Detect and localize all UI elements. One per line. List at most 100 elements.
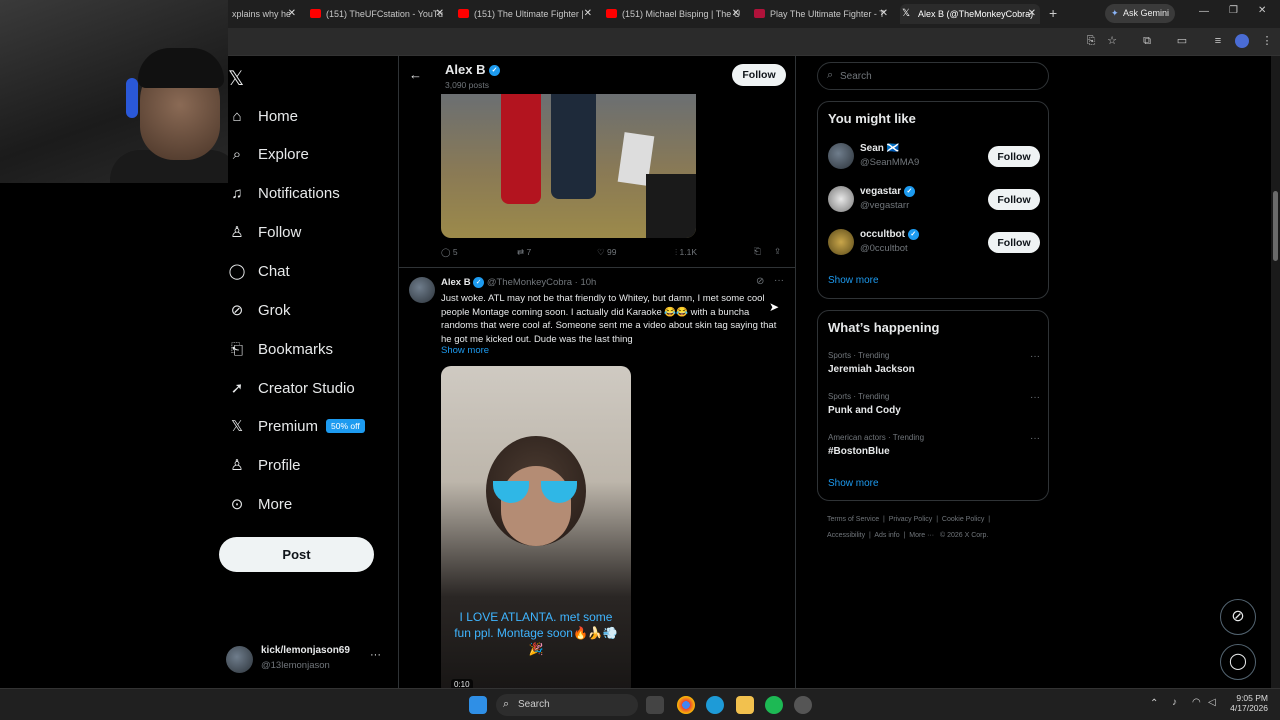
trend-item[interactable]: Sports · Trending Jeremiah Jackson ···	[828, 351, 1040, 383]
back-arrow-icon[interactable]: ←	[409, 67, 422, 82]
more-icon[interactable]: ···	[1030, 351, 1040, 362]
file-explorer-icon[interactable]	[736, 696, 754, 714]
suggestion-item[interactable]: occultbot ✓ @0ccultbot Follow	[828, 229, 1040, 259]
sidebar-item-bookmarks[interactable]: ⎗ Bookmarks	[228, 334, 333, 364]
close-window-icon[interactable]: ✕	[1258, 5, 1266, 16]
follow-button[interactable]: Follow	[988, 232, 1040, 253]
search-input[interactable]: ⌕ Search	[817, 62, 1049, 90]
footer-link[interactable]: Accessibility	[827, 532, 865, 539]
sidebar-item-more[interactable]: ⊙ More	[228, 489, 292, 519]
new-tab-button[interactable]: +	[1049, 5, 1057, 21]
more-icon[interactable]: ···	[774, 275, 784, 286]
browser-tab-active[interactable]: 𝕏 Alex B (@TheMonkeyCobra) ✕	[900, 4, 1040, 24]
show-more-link[interactable]: Show more	[828, 478, 879, 489]
sidebar-item-notifications[interactable]: ♫ Notifications	[228, 178, 339, 208]
suggestion-item[interactable]: Sean 🏴󠁧󠁢󠁳󠁣󠁴󠁿 @SeanMMA9 Follow	[828, 143, 1040, 173]
show-more-link[interactable]: Show more	[441, 345, 489, 356]
ask-gemini-button[interactable]: ✦ Ask Gemini	[1105, 4, 1175, 23]
close-icon[interactable]: ✕	[584, 4, 592, 24]
more-icon[interactable]: ···	[1030, 433, 1040, 444]
media-icon[interactable]: ≡	[1211, 34, 1225, 48]
trend-topic: Punk and Cody	[828, 405, 901, 416]
taskbar-search[interactable]: ⌕ Search	[496, 694, 638, 716]
close-icon[interactable]: ✕	[436, 4, 444, 24]
show-more-link[interactable]: Show more	[828, 275, 879, 286]
x-logo-icon[interactable]: 𝕏	[228, 66, 244, 91]
reply-button[interactable]: ◯ 5	[441, 247, 458, 258]
browser-tab[interactable]: Play The Ultimate Fighter - T ✕	[752, 4, 888, 24]
menu-icon[interactable]: ⋮	[1260, 34, 1274, 48]
clock[interactable]: 9:05 PM 4/17/2026	[1228, 693, 1268, 713]
install-icon[interactable]: ⎘	[1084, 34, 1098, 48]
follow-button[interactable]: Follow	[988, 146, 1040, 167]
sidebar-item-follow[interactable]: ♙ Follow	[228, 217, 301, 247]
sidebar-item-creator-studio[interactable]: ➚ Creator Studio	[228, 373, 355, 403]
chevron-up-icon[interactable]: ⌃	[1150, 698, 1158, 709]
more-icon[interactable]: ···	[1030, 392, 1040, 403]
edge-icon[interactable]	[706, 696, 724, 714]
sidepanel-icon[interactable]: ▭	[1175, 34, 1189, 48]
footer-link[interactable]: More ···	[909, 532, 934, 539]
close-icon[interactable]: ✕	[732, 4, 740, 24]
maximize-icon[interactable]: ❐	[1229, 5, 1238, 16]
author-name[interactable]: Alex B	[441, 277, 471, 288]
close-icon[interactable]: ✕	[880, 4, 888, 24]
sidebar-item-profile[interactable]: ♙ Profile	[228, 450, 300, 480]
account-switcher[interactable]: kick/lemonjason69 @13lemonjason ···	[226, 643, 386, 675]
wifi-icon[interactable]: ◠	[1192, 697, 1201, 708]
sidebar-item-premium[interactable]: 𝕏 Premium 50% off	[228, 411, 365, 441]
browser-tab[interactable]: (151) Michael Bisping | The U ✕	[604, 4, 740, 24]
volume-icon[interactable]: ◁	[1208, 697, 1216, 708]
discount-badge: 50% off	[326, 419, 365, 433]
browser-tab[interactable]: (151) The Ultimate Fighter | ✕	[456, 4, 592, 24]
bookmark-icon[interactable]: ⎗	[754, 246, 761, 257]
person-icon: ♙	[230, 457, 244, 474]
minimize-icon[interactable]: —	[1199, 6, 1209, 17]
browser-tab[interactable]: (151) TheUFCstation - YouTu ✕	[308, 4, 444, 24]
microphone-icon[interactable]: ♪	[1172, 697, 1177, 708]
post-image[interactable]	[441, 94, 696, 238]
task-view-icon[interactable]	[646, 696, 664, 714]
suggestion-item[interactable]: vegastar ✓ @vegastarr Follow	[828, 186, 1040, 216]
follow-button[interactable]: Follow	[732, 64, 786, 86]
trend-item[interactable]: Sports · Trending Punk and Cody ···	[828, 392, 1040, 424]
footer-link[interactable]: Ads info	[874, 532, 899, 539]
views-button[interactable]: ⫶ 1.1K	[675, 247, 697, 258]
sidebar-item-home[interactable]: ⌂ Home	[228, 101, 298, 131]
sidebar-item-grok[interactable]: ⊘ Grok	[228, 295, 291, 325]
scrollbar[interactable]	[1271, 56, 1280, 688]
grok-icon[interactable]: ⊘	[756, 276, 764, 287]
grok-icon[interactable]: ⊘	[1220, 599, 1256, 635]
avatar[interactable]	[409, 277, 435, 303]
footer-link[interactable]: Terms of Service	[827, 516, 879, 523]
video-player[interactable]: I LOVE ATLANTA. met some fun ppl. Montag…	[441, 366, 631, 688]
author-handle[interactable]: @TheMonkeyCobra	[487, 277, 572, 288]
profile-avatar-icon[interactable]	[1235, 34, 1249, 48]
chat-icon[interactable]: ◯	[1220, 644, 1256, 680]
avatar	[828, 229, 854, 255]
like-button[interactable]: ♡ 99	[597, 247, 616, 258]
follow-button[interactable]: Follow	[988, 189, 1040, 210]
windows-start-icon[interactable]	[469, 696, 487, 714]
footer-link[interactable]: Privacy Policy	[889, 516, 933, 523]
post-time[interactable]: 10h	[580, 277, 596, 288]
star-icon[interactable]: ☆	[1105, 34, 1119, 48]
app-icon[interactable]	[794, 696, 812, 714]
post-button[interactable]: Post	[219, 537, 374, 572]
sidebar-item-explore[interactable]: ⌕ Explore	[228, 139, 309, 169]
sidebar-item-label: Home	[258, 107, 299, 125]
more-icon[interactable]: ···	[370, 649, 381, 661]
share-icon[interactable]: ⇪	[774, 246, 781, 257]
chrome-icon[interactable]	[677, 696, 695, 714]
spotify-icon[interactable]	[765, 696, 783, 714]
webcam-headset	[126, 78, 138, 118]
trend-item[interactable]: American actors · Trending #BostonBlue ·…	[828, 433, 1040, 465]
close-icon[interactable]: ✕	[288, 4, 296, 24]
repost-button[interactable]: ⇄ 7	[517, 247, 531, 258]
sidebar-item-chat[interactable]: ◯ Chat	[228, 256, 290, 286]
scrollbar-thumb[interactable]	[1273, 191, 1278, 261]
close-icon[interactable]: ✕	[1028, 4, 1036, 24]
footer-link[interactable]: Cookie Policy	[942, 516, 984, 523]
extensions-icon[interactable]: ⧉	[1140, 34, 1154, 48]
clock-date: 4/17/2026	[1230, 703, 1268, 713]
